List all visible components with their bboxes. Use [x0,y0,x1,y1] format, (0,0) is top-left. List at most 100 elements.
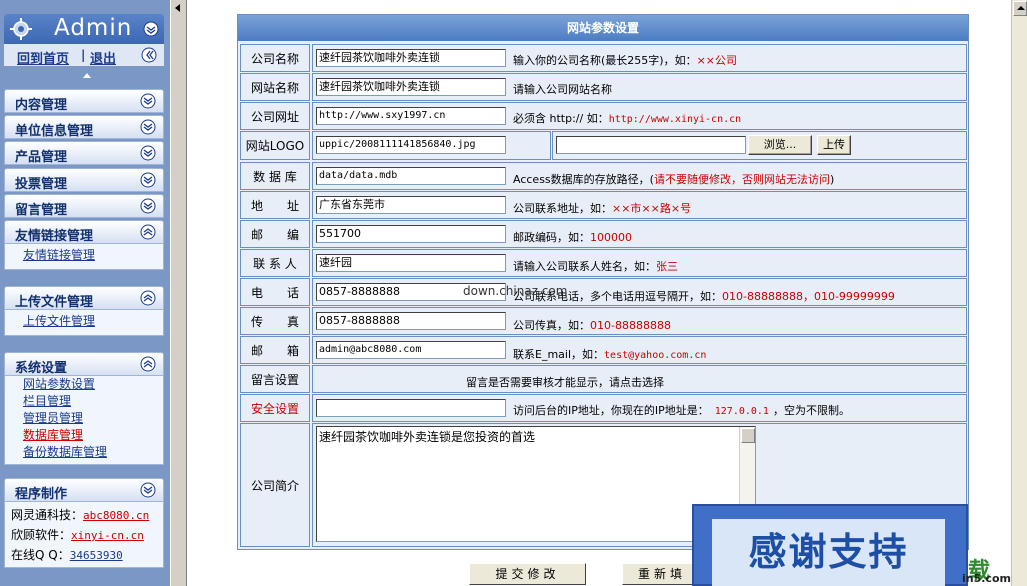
menu-credits[interactable]: 程序制作 [4,478,164,502]
logout-link[interactable]: 退出 [90,48,116,67]
hint-example: 张三 [656,260,678,273]
sidebar-item-links[interactable]: 友情链接管理 [5,247,163,264]
top-nav: 回到首页 | 退出 [4,44,164,67]
hint-example: ××公司 [696,54,738,67]
sidebar-item-admins[interactable]: 管理员管理 [5,410,163,427]
fax-input[interactable]: 0857-8888888 [316,312,506,330]
address-input[interactable]: 广东省东莞市 [316,196,506,214]
scroll-thumb[interactable] [741,428,755,443]
label-email: 邮 箱 [240,336,310,364]
hint-text: ，空为不限制。 [772,404,850,417]
label-website-url: 公司网址 [240,102,310,130]
hint-text: 请输入公司联系人姓名，如： [513,260,656,273]
menu-content[interactable]: 内容管理 [4,89,164,113]
hint-example: 010-88888888 [590,319,671,332]
scroll-up-button[interactable] [1013,1,1027,16]
collapse-icon[interactable] [140,356,156,372]
sidebar-item-site-params[interactable]: 网站参数设置 [5,376,163,393]
hint-example: ××市××路×号 [612,202,692,215]
hint-text: 公司传真，如： [513,319,590,332]
label-contact: 联 系 人 [240,249,310,277]
hint-contact: 请输入公司联系人姓名，如：张三 [513,258,678,274]
zip-input[interactable]: 551700 [316,225,506,243]
label-zip: 邮 编 [240,220,310,248]
menu-label: 产品管理 [15,150,68,165]
hint-text: 留言是否需要审核才能显示，请点击选择 [466,376,664,389]
menu-products[interactable]: 产品管理 [4,141,164,165]
credit-link[interactable]: 34653930 [70,549,123,562]
sidebar-item-backup[interactable]: 备份数据库管理 [5,444,163,461]
file-input[interactable] [556,136,746,154]
hint-phone: 公司联系电话，多个电话用逗号隔开，如：010-88888888，010-9999… [513,288,895,304]
upload-button[interactable]: 上传 [817,135,851,155]
credit-label: 欣顾软件： [11,528,72,542]
label-site-name: 网站名称 [240,73,310,101]
menu-label: 单位信息管理 [15,124,94,139]
sidebar-item-columns[interactable]: 栏目管理 [5,393,163,410]
label-phone: 电 话 [240,278,310,306]
email-input[interactable]: admin@abc8080.com [316,341,506,359]
menu-guestbook[interactable]: 留言管理 [4,194,164,218]
site-name-input[interactable]: 速纤园茶饮咖啡外卖连锁 [316,78,506,96]
hint-text: 联系E_mail，如： [513,348,605,361]
collapse-left-icon[interactable] [141,47,157,63]
hint-text: ) [829,173,835,186]
sidebar-item-uploads[interactable]: 上传文件管理 [5,313,163,330]
collapse-icon[interactable] [140,224,156,240]
menu-uploads[interactable]: 上传文件管理 [4,286,164,310]
hint-site-name: 请输入公司网站名称 [513,81,612,97]
menu-links[interactable]: 友情链接管理 [4,220,164,244]
hint-text: 输入你的公司名称(最长255字)，如： [513,54,697,67]
credit-link[interactable]: abc8080.cn [83,509,149,522]
credit-label: 在线Q Q： [11,548,70,562]
reset-button[interactable]: 重新填 [622,563,702,585]
database-path-input[interactable]: data/data.mdb [316,167,506,185]
vertical-scrollbar[interactable] [1011,0,1027,586]
collapse-icon[interactable] [143,21,159,37]
expand-icon[interactable] [140,198,156,214]
label-guestbook: 留言设置 [240,365,310,393]
submit-button[interactable]: 提交修改 [469,563,586,585]
hint-address: 公司联系地址，如：××市××路×号 [513,200,691,216]
hint-text: 请输入公司网站名称 [513,83,612,96]
home-link[interactable]: 回到首页 [17,48,69,67]
sidebar: Admin 回到首页 | 退出 内容管理 单位信息管理 产品管理 投票管理 留言… [0,0,170,586]
label-security: 安全设置 [240,394,310,422]
expand-icon[interactable] [140,482,156,498]
hint-text: 公司联系地址，如： [513,202,612,215]
menu-system[interactable]: 系统设置 [4,352,164,376]
menu-company-info[interactable]: 单位信息管理 [4,115,164,139]
menu-label: 友情链接管理 [15,229,94,244]
expand-icon[interactable] [140,172,156,188]
menu-label: 留言管理 [15,203,68,218]
frame-splitter[interactable] [170,0,187,586]
hint-database: Access数据库的存放路径，(请不要随便修改，否则网站无法访问) [513,171,834,187]
hint-fax: 公司传真，如：010-88888888 [513,317,671,333]
website-url-input[interactable]: http://www.sxy1997.cn [316,107,506,125]
expand-icon[interactable] [140,145,156,161]
contact-input[interactable]: 速纤园 [316,254,506,272]
label-intro: 公司简介 [240,423,310,547]
expand-icon[interactable] [140,119,156,135]
menu-votes[interactable]: 投票管理 [4,168,164,192]
logo-path-input[interactable]: uppic/2008111141856840.jpg [316,136,506,154]
browse-button[interactable]: 浏览... [748,135,812,155]
menu-label: 程序制作 [15,487,68,502]
menu-label: 内容管理 [15,98,68,113]
collapse-sidebar-icon[interactable] [175,4,180,12]
menu-label: 系统设置 [15,361,68,376]
company-name-input[interactable]: 速纤园茶饮咖啡外卖连锁 [316,49,506,67]
sidebar-item-database[interactable]: 数据库管理 [5,427,163,444]
expand-icon[interactable] [140,93,156,109]
hint-guestbook[interactable]: 留言是否需要审核才能显示，请点击选择 [466,374,664,390]
credit-link[interactable]: xinyi-cn.cn [71,529,144,542]
intro-textarea[interactable]: 速纤园茶饮咖啡外卖连锁是您投资的首选 [316,426,756,542]
collapse-icon[interactable] [140,290,156,306]
scroll-up-icon[interactable] [83,73,91,78]
ip-whitelist-input[interactable] [316,399,506,417]
hint-email: 联系E_mail，如：test@yahoo.com.cn [513,346,706,362]
credit-label: 网灵通科技： [11,508,84,522]
menu-label: 上传文件管理 [15,295,94,310]
hint-text: 邮政编码，如： [513,231,590,244]
label-site-logo: 网站LOGO [240,131,310,160]
